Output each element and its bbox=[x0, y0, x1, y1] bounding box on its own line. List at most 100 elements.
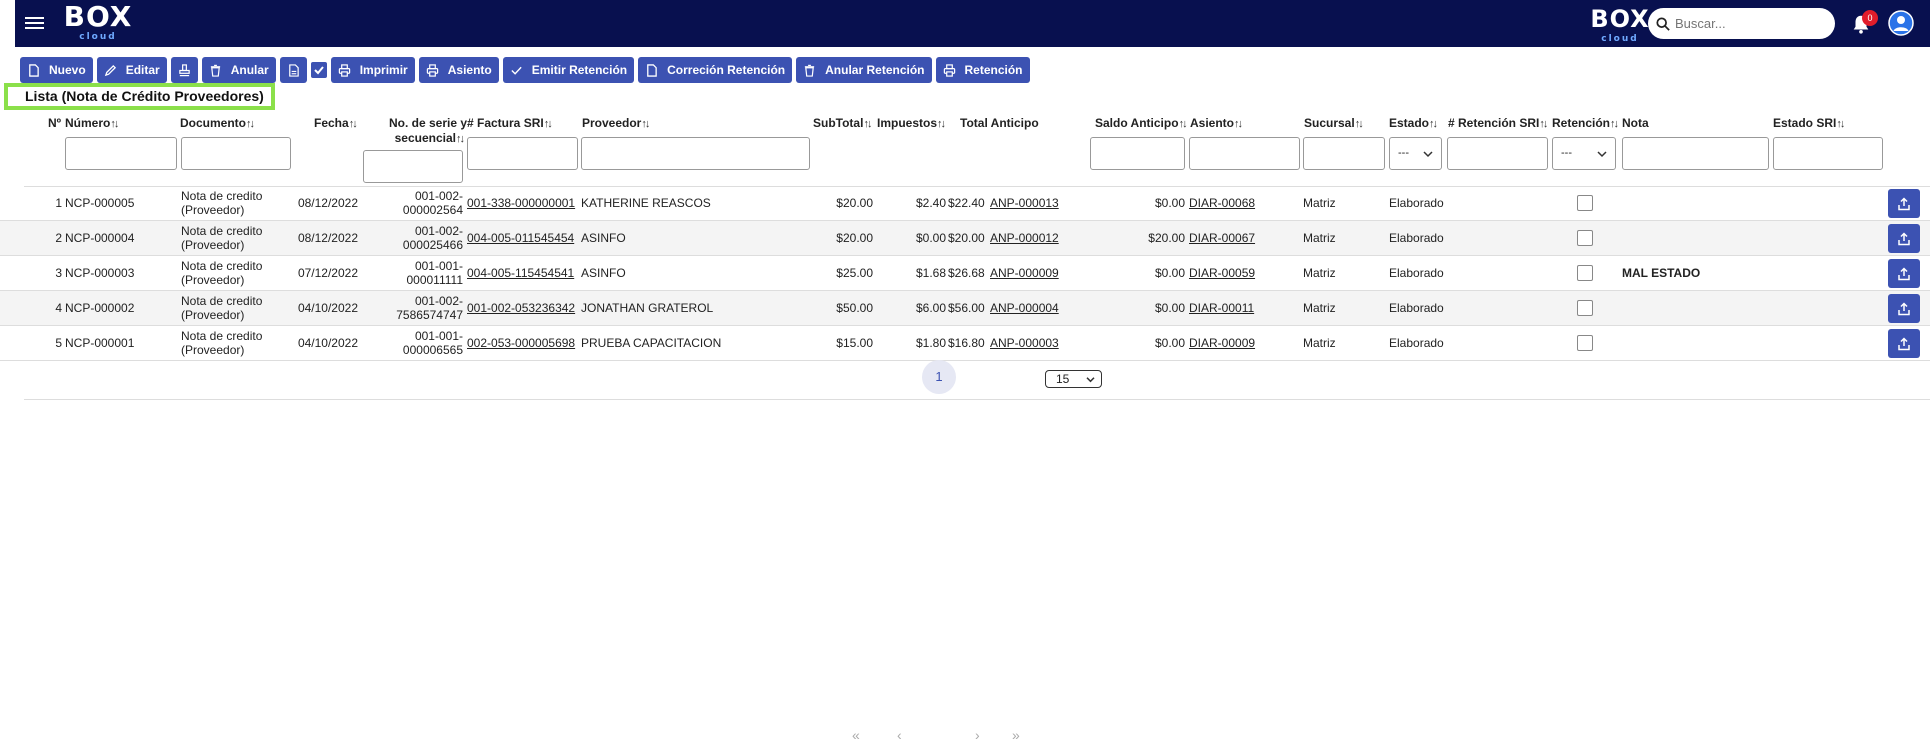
print-entry-button[interactable]: Asiento bbox=[418, 57, 499, 83]
sort-icon: ↑↓ bbox=[1539, 118, 1548, 130]
col-header-estado[interactable]: Estado↑↓ bbox=[1389, 116, 1438, 130]
void-button[interactable]: Anular bbox=[201, 57, 276, 83]
col-header-nota: Nota bbox=[1622, 116, 1649, 130]
cell-sucursal: Matriz bbox=[1303, 301, 1336, 315]
col-header-retencion[interactable]: Retención↑↓ bbox=[1552, 116, 1619, 130]
cell-anticipo[interactable]: ANP-000004 bbox=[990, 301, 1059, 315]
filter-asiento-input[interactable] bbox=[1189, 137, 1300, 170]
issue-withholding-button[interactable]: Emitir Retención bbox=[502, 57, 635, 83]
chevron-down-icon bbox=[1597, 151, 1607, 158]
col-header-saldo-anticipo[interactable]: Saldo Anticipo↑↓ bbox=[1095, 116, 1188, 130]
print-button[interactable]: Imprimir bbox=[330, 57, 415, 83]
menu-icon[interactable] bbox=[25, 14, 44, 32]
col-header-numero[interactable]: Número↑↓ bbox=[65, 116, 119, 130]
filter-numero-input[interactable] bbox=[65, 137, 177, 170]
upload-button[interactable] bbox=[1888, 329, 1920, 358]
select-all-checkbox[interactable] bbox=[310, 62, 327, 78]
col-header-impuestos[interactable]: Impuestos↑↓ bbox=[877, 116, 946, 130]
retencion-checkbox[interactable] bbox=[1577, 195, 1593, 211]
new-button[interactable]: Nuevo bbox=[20, 57, 93, 83]
upload-button[interactable] bbox=[1888, 189, 1920, 218]
retencion-checkbox[interactable] bbox=[1577, 230, 1593, 246]
col-header-documento[interactable]: Documento↑↓ bbox=[180, 116, 255, 130]
page-size-select[interactable]: 15 bbox=[1045, 370, 1102, 388]
check-icon bbox=[511, 66, 522, 75]
file-icon bbox=[29, 63, 39, 77]
filter-retencion-select[interactable]: --- bbox=[1552, 137, 1616, 170]
retencion-checkbox[interactable] bbox=[1577, 300, 1593, 316]
cell-estado: Elaborado bbox=[1389, 231, 1444, 245]
col-header-subtotal[interactable]: SubTotal↑↓ bbox=[813, 116, 872, 130]
cell-numero: NCP-000003 bbox=[65, 266, 135, 280]
print-withholding-button[interactable]: Retención bbox=[935, 57, 1030, 83]
col-header-retencion-sri[interactable]: # Retención SRI↑↓ bbox=[1448, 116, 1548, 130]
filter-estado-sri-input[interactable] bbox=[1773, 137, 1883, 170]
cell-asiento[interactable]: DIAR-00068 bbox=[1189, 196, 1255, 210]
file-icon bbox=[647, 63, 657, 77]
first-page-button[interactable]: « bbox=[852, 727, 860, 743]
filter-serie-input[interactable] bbox=[363, 150, 463, 183]
upload-button[interactable] bbox=[1888, 259, 1920, 288]
cell-asiento[interactable]: DIAR-00059 bbox=[1189, 266, 1255, 280]
top-navbar: BOX cloud BOX cloud bbox=[15, 0, 1930, 47]
stamp-icon bbox=[178, 63, 190, 76]
upload-icon bbox=[1898, 196, 1910, 210]
cell-anticipo[interactable]: ANP-000013 bbox=[990, 196, 1059, 210]
cell-factura[interactable]: 004-005-115454541 bbox=[467, 266, 574, 280]
edit-button[interactable]: Editar bbox=[96, 57, 167, 83]
cell-factura[interactable]: 001-002-053236342 bbox=[467, 301, 575, 315]
filter-sucursal-input[interactable] bbox=[1303, 137, 1385, 170]
cell-anticipo[interactable]: ANP-000003 bbox=[990, 336, 1059, 350]
current-page[interactable]: 1 bbox=[922, 360, 956, 394]
cell-factura[interactable]: 001-338-000000001 bbox=[467, 196, 575, 210]
cell-sucursal: Matriz bbox=[1303, 231, 1336, 245]
col-header-proveedor[interactable]: Proveedor↑↓ bbox=[582, 116, 650, 130]
void-withholding-button[interactable]: Anular Retención bbox=[796, 57, 932, 83]
last-page-button[interactable]: » bbox=[1012, 727, 1020, 743]
prev-page-button[interactable]: ‹ bbox=[897, 727, 902, 743]
filter-factura-input[interactable] bbox=[467, 137, 578, 170]
upload-button[interactable] bbox=[1888, 294, 1920, 323]
cell-impuestos: $1.68 bbox=[915, 266, 946, 280]
col-header-sucursal[interactable]: Sucursal↑↓ bbox=[1304, 116, 1364, 130]
col-header-asiento[interactable]: Asiento↑↓ bbox=[1190, 116, 1243, 130]
cell-serie: 001-002- 000025466 bbox=[402, 224, 463, 252]
cell-proveedor: ASINFO bbox=[581, 266, 626, 280]
col-header-fecha[interactable]: Fecha↑↓ bbox=[314, 116, 358, 130]
filter-nota-input[interactable] bbox=[1622, 137, 1769, 170]
cell-fecha: 07/12/2022 bbox=[297, 266, 358, 280]
divider bbox=[24, 399, 1930, 400]
cell-subtotal: $50.00 bbox=[836, 301, 873, 315]
document-button[interactable] bbox=[279, 57, 307, 83]
filter-documento-input[interactable] bbox=[181, 137, 291, 170]
search-icon bbox=[1656, 16, 1670, 31]
retencion-checkbox[interactable] bbox=[1577, 335, 1593, 351]
cell-asiento[interactable]: DIAR-00011 bbox=[1189, 301, 1254, 315]
pencil-icon bbox=[104, 64, 116, 76]
filter-saldo-anticipo-input[interactable] bbox=[1090, 137, 1185, 170]
col-header-serie[interactable]: No. de serie y secuencial↑↓ bbox=[389, 116, 467, 147]
cell-anticipo[interactable]: ANP-000009 bbox=[990, 266, 1059, 280]
search-input[interactable] bbox=[1675, 16, 1825, 31]
cell-asiento[interactable]: DIAR-00009 bbox=[1189, 336, 1255, 350]
cell-anticipo[interactable]: ANP-000012 bbox=[990, 231, 1059, 245]
filter-estado-select[interactable]: --- bbox=[1389, 137, 1442, 170]
filter-retencion-sri-input[interactable] bbox=[1447, 137, 1548, 170]
cell-estado: Elaborado bbox=[1389, 336, 1444, 350]
stamp-button[interactable] bbox=[170, 57, 198, 83]
retencion-checkbox[interactable] bbox=[1577, 265, 1593, 281]
next-page-button[interactable]: › bbox=[975, 727, 980, 743]
user-icon[interactable] bbox=[1888, 10, 1914, 36]
filter-proveedor-input[interactable] bbox=[581, 137, 810, 170]
correct-withholding-button[interactable]: Correción Retención bbox=[638, 57, 793, 83]
document-icon bbox=[288, 63, 299, 77]
cell-factura[interactable]: 004-005-011545454 bbox=[467, 231, 574, 245]
cell-factura[interactable]: 002-053-000005698 bbox=[467, 336, 575, 350]
search-box[interactable] bbox=[1648, 8, 1835, 39]
col-header-estado-sri[interactable]: Estado SRI↑↓ bbox=[1773, 116, 1845, 130]
brand-logo[interactable]: BOX cloud bbox=[53, 2, 143, 43]
cell-doc: Nota de credito (Proveedor) bbox=[181, 294, 263, 322]
cell-asiento[interactable]: DIAR-00067 bbox=[1189, 231, 1255, 245]
upload-button[interactable] bbox=[1888, 224, 1920, 253]
col-header-factura[interactable]: # Factura SRI↑↓ bbox=[467, 116, 553, 130]
